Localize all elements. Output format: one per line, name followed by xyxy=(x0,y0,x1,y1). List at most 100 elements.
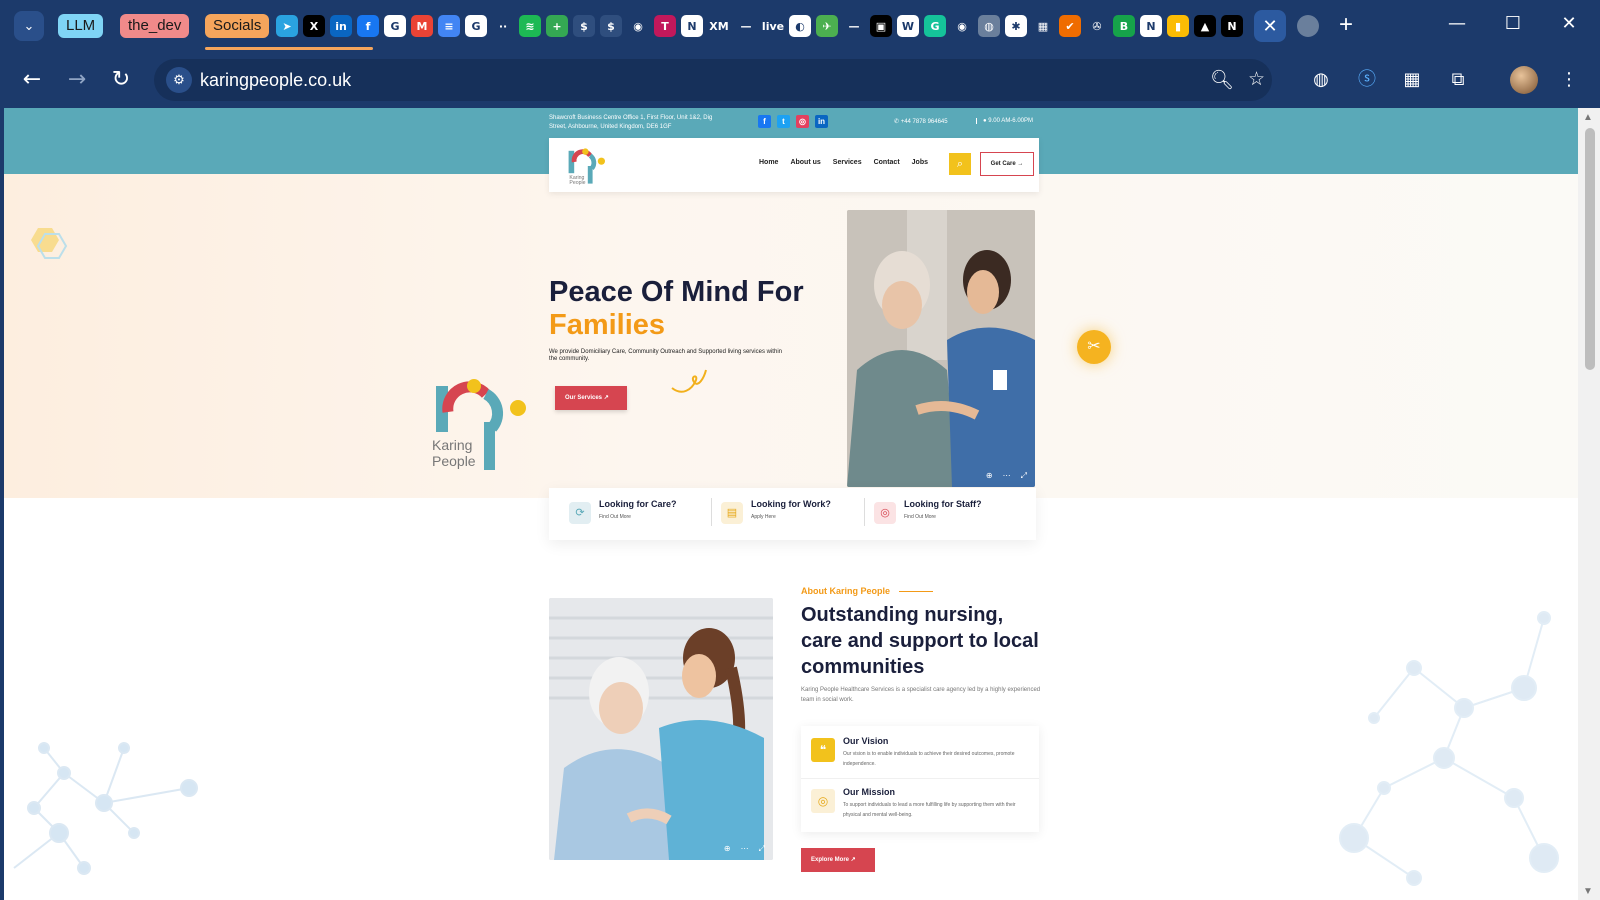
sheets-plus-icon[interactable]: + xyxy=(546,15,568,37)
circle-g-icon[interactable]: ◐ xyxy=(789,15,811,37)
scroll-up-arrow[interactable]: ▲ xyxy=(1583,112,1593,123)
docs-icon[interactable]: ≡ xyxy=(438,15,460,37)
zoom-icon[interactable]: 🔍︎ xyxy=(1210,68,1234,91)
grid-icon[interactable]: ▦ xyxy=(1032,15,1054,37)
triangle-icon[interactable]: ▲ xyxy=(1194,15,1216,37)
nav-about[interactable]: About us xyxy=(790,159,820,166)
profile-avatar[interactable] xyxy=(1510,66,1538,94)
cube-icon[interactable]: ▣ xyxy=(870,15,892,37)
x-icon[interactable]: X xyxy=(303,15,325,37)
search-person-icon: ◎ xyxy=(874,502,896,524)
close-window-button[interactable]: ✕ xyxy=(1554,13,1584,34)
nav-jobs[interactable]: Jobs xyxy=(912,159,928,166)
checkmark-icon[interactable]: ✔ xyxy=(1059,15,1081,37)
nav-home[interactable]: Home xyxy=(759,159,778,166)
steering-icon[interactable]: ✇ xyxy=(1086,15,1108,37)
google-icon[interactable]: G xyxy=(384,15,406,37)
back-button[interactable]: ← xyxy=(17,65,47,95)
card-looking-for-care[interactable]: ⟳ Looking for Care? Find Out More xyxy=(569,498,719,530)
get-care-button[interactable]: Get Care → xyxy=(980,152,1034,176)
github-icon[interactable]: ◉ xyxy=(627,15,649,37)
maximize-button[interactable]: ☐ xyxy=(1498,13,1528,34)
twitter-icon[interactable]: t xyxy=(777,115,790,128)
translate-extension-icon[interactable]: ◍ xyxy=(1307,66,1335,94)
new-tab-button[interactable]: + xyxy=(1331,11,1361,39)
fullscreen-icon[interactable]: ⤢ xyxy=(1021,471,1027,481)
globe-tab-icon[interactable] xyxy=(1297,15,1319,37)
more-dots-icon[interactable]: ⋯ xyxy=(741,844,749,854)
tab-group-llm[interactable]: LLM xyxy=(58,14,104,38)
xm-icon[interactable]: XM xyxy=(708,15,730,37)
notion-icon[interactable]: N xyxy=(681,15,703,37)
telegram-icon[interactable]: ➤ xyxy=(276,15,298,37)
nav-search-icon[interactable]: ⌕ xyxy=(949,153,971,175)
extensions-puzzle-icon[interactable]: ⧉ xyxy=(1444,66,1472,94)
facebook-icon[interactable]: f xyxy=(357,15,379,37)
scroll-thumb[interactable] xyxy=(1585,128,1595,370)
tab-group-the-dev[interactable]: the_dev xyxy=(120,14,190,38)
shazam-extension-icon[interactable]: ⓢ xyxy=(1353,66,1381,94)
explore-more-button[interactable]: Explore More ↗ xyxy=(801,848,875,872)
mission-text: To support individuals to lead a more fu… xyxy=(843,802,1016,818)
accessibility-floating-button[interactable]: ✂ xyxy=(1077,330,1111,364)
qr-extension-icon[interactable]: ▦ xyxy=(1398,66,1426,94)
hero-photo-illustration xyxy=(847,210,1035,487)
site-logo-small[interactable]: Karing People xyxy=(567,146,607,186)
rocket-icon[interactable]: ✈ xyxy=(816,15,838,37)
zoom-in-icon[interactable]: ⊕ xyxy=(986,471,993,481)
nav-services[interactable]: Services xyxy=(833,159,862,166)
phone-number[interactable]: ✆ +44 7878 964645 xyxy=(894,118,948,125)
bookmark-star-icon[interactable]: ☆ xyxy=(1248,68,1265,90)
dollar-icon[interactable]: $ xyxy=(600,15,622,37)
globe-icon[interactable]: ◍ xyxy=(978,15,1000,37)
pinned-tabs-strip: ➤ Xin f G M ≡ G ·· ≋ + $ $ ◉ T N XM — live ◐ ✈ — ▣ W G ◉ ◍ ✱ ▦ ✔ ✇ B N ▮… xyxy=(276,15,1243,37)
photo-controls: ⊕ ⋯ ⤢ xyxy=(724,844,765,854)
zoom-in-icon[interactable]: ⊕ xyxy=(724,844,731,854)
grammarly-icon[interactable]: G xyxy=(924,15,946,37)
more-dots-icon[interactable]: ⋯ xyxy=(1003,471,1011,481)
address-bar[interactable]: ⚙ karingpeople.co.uk 🔍︎ ☆ xyxy=(154,59,1272,101)
gmail-icon[interactable]: M xyxy=(411,15,433,37)
facebook-icon[interactable]: f xyxy=(758,115,771,128)
card-looking-for-staff[interactable]: ◎ Looking for Staff? Find Out More xyxy=(874,498,1024,530)
fullscreen-icon[interactable]: ⤢ xyxy=(759,844,765,854)
url-text[interactable]: karingpeople.co.uk xyxy=(200,70,351,91)
social-links: f t ◎ in xyxy=(758,115,828,128)
live-icon[interactable]: live xyxy=(762,15,784,37)
chart-icon[interactable]: ▮ xyxy=(1167,15,1189,37)
menu-kebab-icon[interactable]: ⋮ xyxy=(1555,66,1583,94)
nav-contact[interactable]: Contact xyxy=(874,159,900,166)
notion-icon[interactable]: N xyxy=(1140,15,1162,37)
forward-button[interactable]: → xyxy=(62,65,92,95)
b-icon[interactable]: B xyxy=(1113,15,1135,37)
page-scrollbar[interactable]: ▲ ▼ xyxy=(1578,108,1600,900)
spotify-icon[interactable]: ≋ xyxy=(519,15,541,37)
active-tab-close-button[interactable]: ✕ xyxy=(1254,10,1286,42)
github-icon[interactable]: ◉ xyxy=(951,15,973,37)
scroll-down-arrow[interactable]: ▼ xyxy=(1583,886,1593,897)
instagram-icon[interactable]: ◎ xyxy=(796,115,809,128)
reload-button[interactable]: ↻ xyxy=(106,65,136,95)
google-icon[interactable]: G xyxy=(465,15,487,37)
dash-icon[interactable]: — xyxy=(843,15,865,37)
tab-search-icon[interactable]: ⌄ xyxy=(14,11,44,41)
linkedin-icon[interactable]: in xyxy=(330,15,352,37)
dash-icon[interactable]: — xyxy=(735,15,757,37)
hero-title-accent: Families xyxy=(549,309,666,341)
card-looking-for-work[interactable]: ▤ Looking for Work? Apply Here xyxy=(721,498,871,530)
quote-icon: ❝ xyxy=(811,738,835,762)
our-services-button[interactable]: Our Services ↗ xyxy=(555,386,627,410)
card-title: Looking for Work? xyxy=(751,499,831,509)
wikipedia-icon[interactable]: W xyxy=(897,15,919,37)
dollar-icon[interactable]: $ xyxy=(573,15,595,37)
about-section-tag: About Karing People xyxy=(801,586,891,596)
snowflake-icon[interactable]: ✱ xyxy=(1005,15,1027,37)
linkedin-icon[interactable]: in xyxy=(815,115,828,128)
the-icon[interactable]: T xyxy=(654,15,676,37)
more-dots-icon[interactable]: ·· xyxy=(492,15,514,37)
n-icon[interactable]: N xyxy=(1221,15,1243,37)
minimize-button[interactable]: — xyxy=(1442,13,1472,34)
site-info-icon[interactable]: ⚙ xyxy=(166,67,192,93)
tab-group-socials[interactable]: Socials xyxy=(205,14,270,38)
contact-info-row: Shawcroft Business Centre Office 1, Firs… xyxy=(549,114,1039,134)
